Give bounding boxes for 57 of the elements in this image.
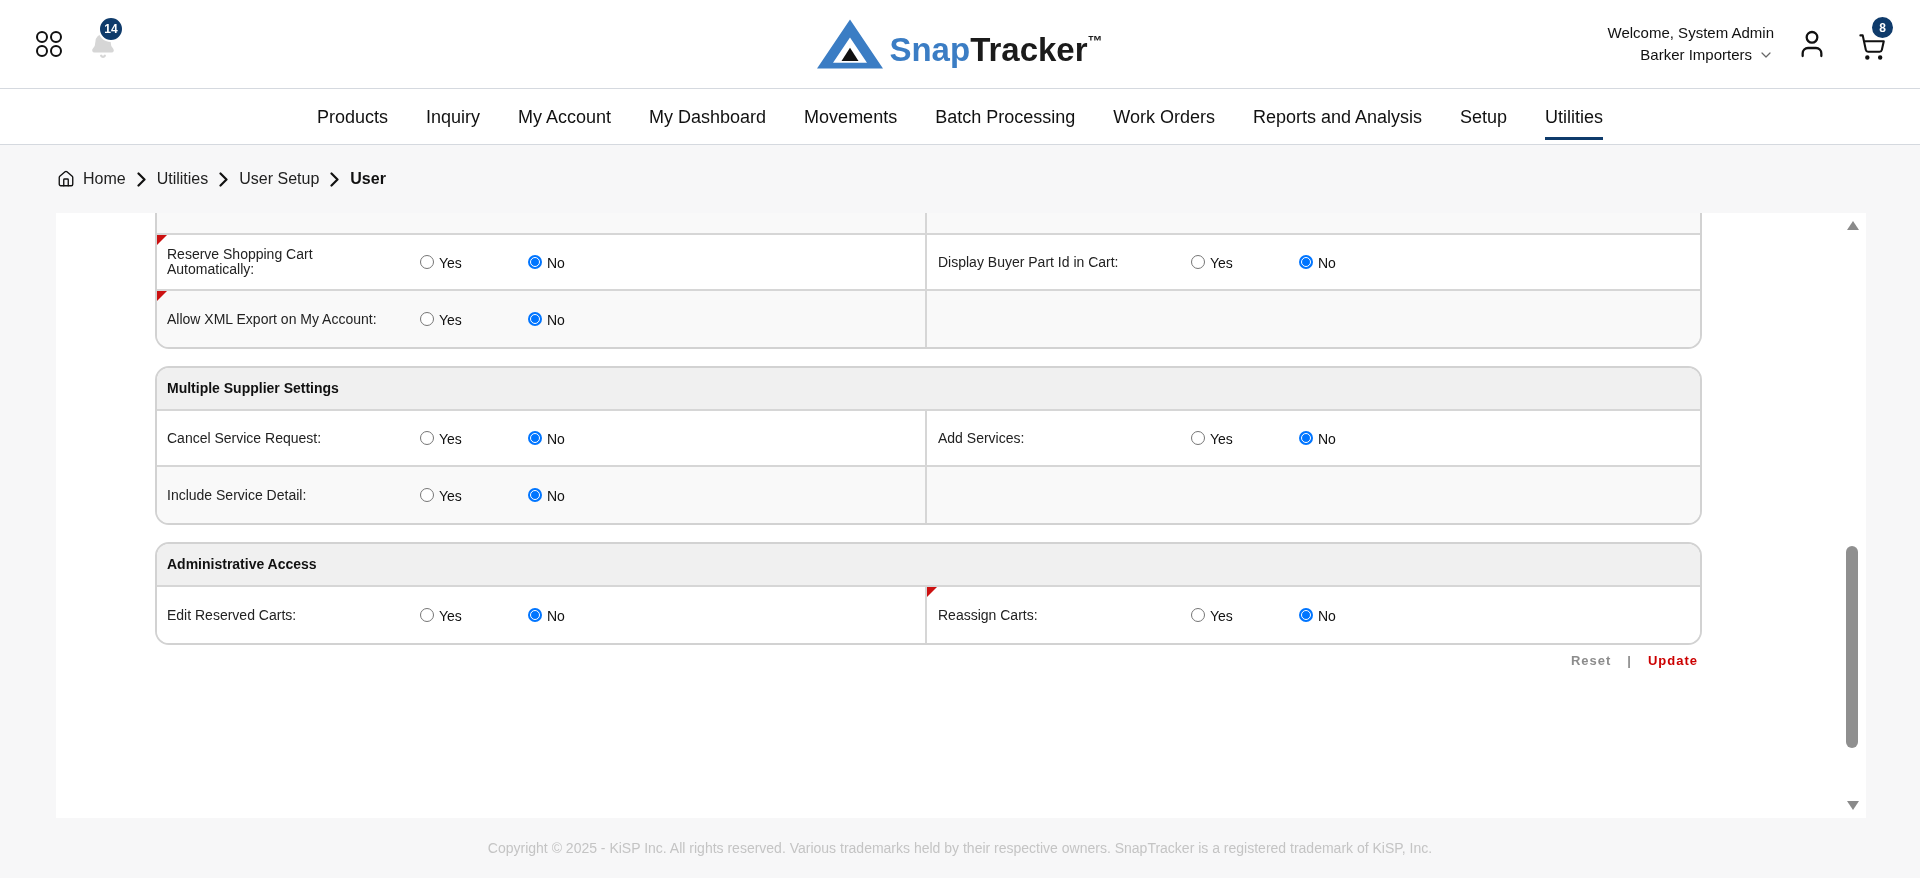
setting-label: Cancel Service Request:	[167, 430, 323, 446]
radio-option[interactable]: No	[528, 250, 636, 274]
chevron-right-icon	[219, 171, 229, 187]
breadcrumb-link[interactable]: Utilities	[156, 167, 209, 191]
scroll-down-arrow-icon[interactable]	[1847, 801, 1859, 810]
nav-tab[interactable]: My Dashboard	[649, 95, 767, 140]
breadcrumb-current: User	[350, 169, 386, 189]
company-selector[interactable]: Barker Importers	[1640, 46, 1774, 64]
setting-label: Display Buyer Part Id in Cart:	[938, 254, 1120, 270]
nav-tab[interactable]: Movements	[804, 95, 898, 140]
welcome-text: Welcome, System Admin	[1607, 24, 1774, 42]
radio-option[interactable]: Yes	[1191, 250, 1299, 274]
scroll-up-arrow-icon[interactable]	[1847, 221, 1859, 230]
section-title: Multiple Supplier Settings	[167, 379, 339, 398]
setting-label: Allow XML Export on My Account:	[167, 311, 378, 327]
setting-label: Include Service Detail:	[167, 487, 308, 503]
nav-tab[interactable]: My Account	[518, 95, 612, 140]
action-separator: |	[1627, 652, 1632, 671]
radio-option[interactable]: Yes	[1191, 603, 1299, 627]
action-link[interactable]: Update	[1647, 651, 1698, 671]
radio-option[interactable]: No	[1299, 426, 1407, 450]
apps-grid-icon[interactable]	[36, 31, 62, 57]
radio-option[interactable]: No	[1299, 250, 1407, 274]
radio-option[interactable]: Yes	[420, 250, 528, 274]
radio-option[interactable]: No	[528, 426, 636, 450]
notification-count-badge: 14	[98, 16, 124, 42]
section-title: Administrative Access	[167, 555, 317, 574]
nav-tab[interactable]: Work Orders	[1113, 95, 1215, 140]
nav-tab[interactable]: Inquiry	[425, 95, 480, 140]
breadcrumb-link[interactable]: User Setup	[239, 167, 320, 191]
chevron-right-icon	[330, 171, 340, 187]
nav-tab[interactable]: Reports and Analysis	[1252, 95, 1422, 140]
logo-triangle-icon	[817, 19, 884, 69]
radio-option[interactable]: No	[528, 603, 636, 627]
radio-option[interactable]: Yes	[420, 603, 528, 627]
logo-wordmark: SnapTracker™	[889, 32, 1103, 66]
radio-option[interactable]: No	[528, 307, 636, 331]
setting-label: Reserve Shopping Cart Automatically:	[167, 247, 314, 277]
nav-tab[interactable]: Batch Processing	[935, 95, 1076, 140]
nav-tab[interactable]: Products	[316, 95, 388, 140]
breadcrumb-link[interactable]: Home	[57, 167, 126, 191]
setting-label: Reassign Carts:	[938, 607, 1039, 623]
home-icon	[57, 170, 75, 188]
radio-option[interactable]: Yes	[420, 426, 528, 450]
nav-tab[interactable]: Utilities	[1545, 95, 1604, 140]
chevron-right-icon	[136, 171, 146, 187]
radio-option[interactable]: Yes	[420, 307, 528, 331]
radio-option[interactable]: No	[1299, 603, 1407, 627]
cart-icon[interactable]	[1858, 33, 1886, 61]
nav-tab[interactable]: Setup	[1460, 95, 1508, 140]
scrollbar-thumb[interactable]	[1846, 546, 1858, 748]
radio-option[interactable]: Yes	[1191, 426, 1299, 450]
radio-option[interactable]: Yes	[420, 483, 528, 507]
setting-label: Add Services:	[938, 430, 1026, 446]
cart-count-badge: 8	[1870, 15, 1895, 40]
setting-label: Edit Reserved Carts:	[167, 607, 298, 623]
radio-option[interactable]: No	[528, 483, 636, 507]
